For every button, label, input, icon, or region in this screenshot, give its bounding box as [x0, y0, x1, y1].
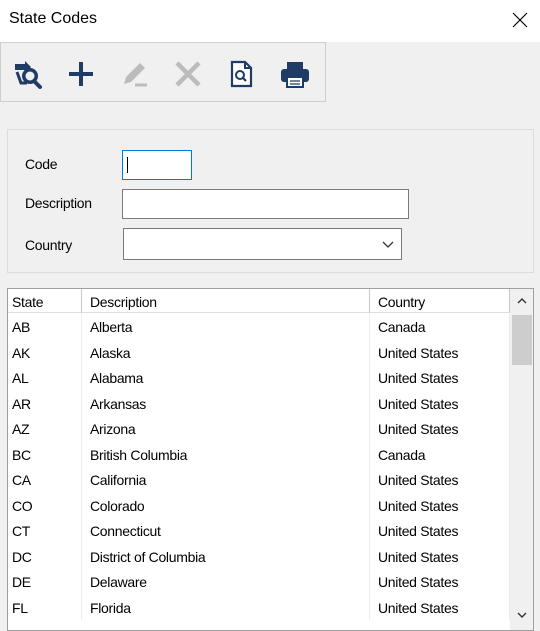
state-description-cell: Delaware [82, 569, 370, 595]
scroll-up-button[interactable] [510, 289, 533, 313]
description-input[interactable] [122, 189, 409, 219]
preview-icon [230, 60, 253, 88]
state-country-cell: United States [370, 467, 510, 493]
toolbar [0, 42, 326, 102]
state-description-cell: California [82, 467, 370, 493]
scroll-down-button[interactable] [510, 603, 533, 627]
table-row[interactable]: BC British Columbia Canada [8, 441, 510, 467]
column-header-state[interactable]: State [8, 289, 82, 313]
search-records-button[interactable] [9, 56, 45, 92]
print-button[interactable] [277, 56, 313, 92]
state-country-cell: Canada [370, 441, 510, 467]
state-description-cell: Alaska [82, 339, 370, 365]
title-bar: State Codes [0, 0, 540, 42]
state-code-cell: AK [8, 339, 82, 365]
country-label: Country [25, 237, 72, 253]
search-records-icon [15, 61, 42, 89]
add-button[interactable] [63, 56, 99, 92]
close-icon [512, 12, 528, 28]
state-description-cell: Arizona [82, 416, 370, 442]
state-code-cell: DC [8, 543, 82, 569]
state-country-cell: Canada [370, 314, 510, 340]
table-row[interactable]: CA California United States [8, 467, 510, 493]
state-country-cell: United States [370, 569, 510, 595]
table-row[interactable]: CT Connecticut United States [8, 518, 510, 544]
state-code-cell: FL [8, 594, 82, 620]
grid-header: State Description Country [8, 289, 510, 313]
state-code-cell: BC [8, 441, 82, 467]
state-code-cell: DE [8, 569, 82, 595]
delete-icon [175, 61, 201, 87]
print-icon [281, 62, 309, 88]
state-country-cell: United States [370, 518, 510, 544]
state-country-cell: United States [370, 416, 510, 442]
country-dropdown[interactable] [123, 228, 402, 260]
vertical-scrollbar[interactable] [510, 289, 533, 630]
window-title: State Codes [9, 10, 98, 27]
column-header-country[interactable]: Country [370, 289, 510, 313]
dialog-body: Code Description Country State Descripti… [0, 42, 540, 631]
description-label: Description [25, 195, 92, 211]
chevron-down-icon [382, 241, 394, 248]
delete-button[interactable] [170, 56, 206, 92]
state-code-cell: AR [8, 390, 82, 416]
state-country-cell: United States [370, 339, 510, 365]
close-button[interactable] [500, 0, 540, 40]
edit-button[interactable] [116, 56, 152, 92]
state-code-cell: AB [8, 314, 82, 340]
table-row[interactable]: AB Alberta Canada [8, 314, 510, 340]
table-row[interactable]: AZ Arizona United States [8, 416, 510, 442]
text-caret [127, 157, 128, 173]
table-row[interactable]: AR Arkansas United States [8, 390, 510, 416]
state-code-cell: AL [8, 365, 82, 391]
state-country-cell: United States [370, 492, 510, 518]
table-row[interactable]: AL Alabama United States [8, 365, 510, 391]
state-codes-grid[interactable]: State Description Country AB Alberta Canad… [7, 288, 534, 631]
state-description-cell: Florida [82, 594, 370, 620]
code-label: Code [25, 156, 58, 172]
state-description-cell: Alabama [82, 365, 370, 391]
state-code-cell: CA [8, 467, 82, 493]
state-description-cell: Colorado [82, 492, 370, 518]
table-row[interactable]: AK Alaska United States [8, 339, 510, 365]
scrollbar-thumb[interactable] [512, 315, 532, 365]
table-row[interactable]: FL Florida United States [8, 594, 510, 620]
state-country-cell: United States [370, 594, 510, 620]
add-icon [69, 62, 93, 86]
chevron-down-icon [517, 612, 527, 618]
state-country-cell: United States [370, 365, 510, 391]
column-header-description[interactable]: Description [82, 289, 370, 313]
state-description-cell: Connecticut [82, 518, 370, 544]
state-code-cell: CO [8, 492, 82, 518]
state-description-cell: Arkansas [82, 390, 370, 416]
preview-button[interactable] [223, 56, 259, 92]
table-row[interactable]: DE Delaware United States [8, 569, 510, 595]
state-country-cell: United States [370, 543, 510, 569]
edit-icon [124, 63, 147, 87]
state-description-cell: District of Columbia [82, 543, 370, 569]
state-description-cell: British Columbia [82, 441, 370, 467]
state-country-cell: United States [370, 390, 510, 416]
state-code-cell: AZ [8, 416, 82, 442]
table-row[interactable]: DC District of Columbia United States [8, 543, 510, 569]
table-row[interactable]: CO Colorado United States [8, 492, 510, 518]
chevron-up-icon [517, 298, 527, 304]
state-code-cell: CT [8, 518, 82, 544]
code-input[interactable] [122, 150, 192, 180]
state-description-cell: Alberta [82, 314, 370, 340]
edit-form: Code Description Country [7, 129, 534, 273]
